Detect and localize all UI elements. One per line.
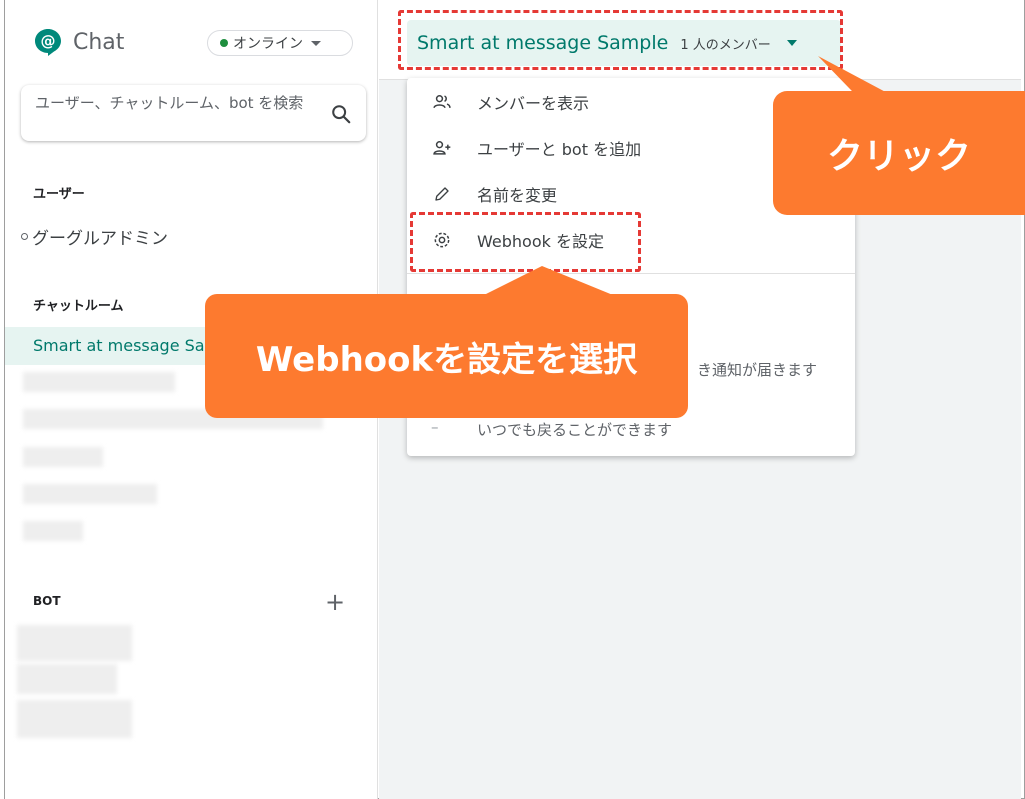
bot-section-header: BOT [33,594,61,608]
menu-item-label: ユーザーと bot を追加 [477,140,642,159]
highlight-room-header [398,10,843,70]
blurred-room-item[interactable] [23,484,157,504]
person-add-icon [431,137,453,159]
users-section-header: ユーザー [33,187,85,202]
menu-item-label: メンバーを表示 [477,94,590,113]
search-input[interactable]: ユーザー、チャットルーム、bot を検索 [21,85,366,141]
menu-description: いつでも戻ることができます [477,421,673,439]
dash-glyph: – [431,418,439,436]
click-callout-label: クリック [826,136,971,177]
presence-icon [21,233,28,240]
rooms-section-header: チャットルーム [33,299,124,314]
status-label: オンライン [233,36,303,52]
people-icon [431,91,453,113]
app-title: Chat [73,29,125,55]
chevron-down-icon [311,40,321,46]
blurred-bot-item[interactable] [17,664,117,694]
user-name: グーグルアドミン [32,229,168,249]
blurred-room-item[interactable] [23,521,83,541]
search-icon[interactable] [330,103,352,125]
search-placeholder: ユーザー、チャットルーム、bot を検索 [35,94,304,112]
blurred-room-item[interactable] [23,447,103,467]
user-item[interactable]: グーグルアドミン [21,224,168,249]
select-callout: Webhookを設定を選択 [205,294,688,418]
select-callout-label: Webhookを設定を選択 [255,339,638,380]
menu-item-label: 名前を変更 [477,186,558,205]
chat-logo-icon: @ [35,29,61,56]
pencil-icon [431,183,453,205]
blurred-bot-item[interactable] [17,700,132,738]
app-logo[interactable]: @ Chat [33,27,124,57]
svg-text:@: @ [41,32,56,50]
status-dropdown[interactable]: オンライン [207,30,353,56]
blurred-bot-item[interactable] [17,625,132,661]
online-dot-icon [220,39,228,47]
blurred-room-item[interactable] [23,372,175,392]
menu-description: き通知が届きます [697,361,818,379]
click-callout: クリック [773,91,1025,215]
add-bot-icon[interactable]: + [325,588,345,616]
